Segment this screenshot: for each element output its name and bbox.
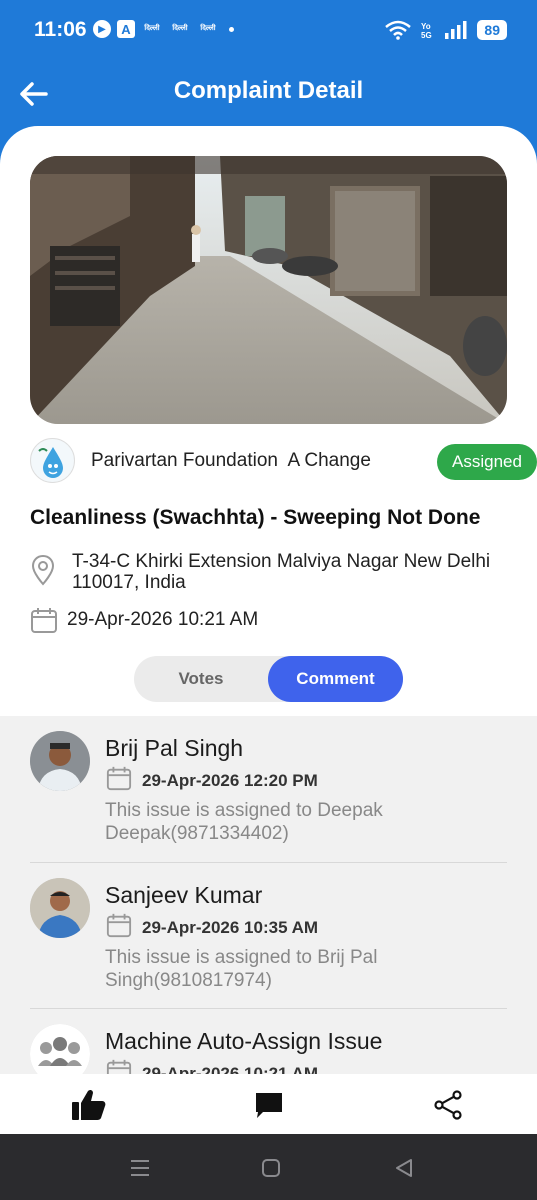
tab-votes[interactable]: Votes [134,656,268,702]
svg-text:5G: 5G [421,31,432,40]
organization-row: Parivartan Foundation A Change Assigned [30,438,537,484]
comment-divider [30,1008,507,1009]
avatar [30,731,90,791]
organization-name: Parivartan Foundation A Change [91,450,371,471]
delhi-app-notification-icon: दिल्ली [144,25,160,32]
organization-logo [30,438,75,483]
location-pin-icon [31,554,55,586]
app-a-notification-icon: A [117,20,135,38]
wifi-icon [385,20,412,40]
comment-text: This issue is assigned to Brij Pal Singh… [105,947,378,991]
complaint-card: Parivartan Foundation A Change Assigned … [0,126,537,716]
tab-comment[interactable]: Comment [268,656,403,702]
vote-button[interactable] [71,1088,107,1122]
complaint-address: T-34-C Khirki Extension Malviya Nagar Ne… [72,551,491,593]
status-badge: Assigned [437,444,537,480]
delhi-app-notification-icon: दिल्ली [172,25,188,32]
notification-icons: ▶ A दिल्ली दिल्ली दिल्ली [93,20,234,38]
calendar-icon [31,608,57,633]
comment-item: Sanjeev Kumar 29-Apr-2026 10:35 AM This … [30,878,507,1008]
comment-date: 29-Apr-2026 10:21 AM [142,1064,319,1074]
recent-apps-icon[interactable] [128,1156,152,1180]
avatar [30,878,90,938]
comment-date: 29-Apr-2026 12:20 PM [142,771,318,790]
comment-item: Brij Pal Singh 29-Apr-2026 12:20 PM This… [30,731,507,861]
home-icon[interactable] [259,1156,283,1180]
share-icon [434,1090,462,1120]
bottom-action-bar [0,1074,537,1134]
commenter-name: Sanjeev Kumar [105,882,263,908]
status-time: 11:06 [34,18,87,41]
volte-icon: Yo 5G [421,22,432,40]
svg-text:Yo: Yo [421,22,431,31]
calendar-icon [106,1059,132,1074]
status-bar: 11:06 ▶ A दिल्ली दिल्ली दिल्ली Yo 5G 89 [0,0,537,60]
delhi-app-notification-icon: दिल्ली [200,25,216,32]
page-title: Complaint Detail [173,77,364,104]
street-photo-illustration [30,156,507,424]
comment-icon [256,1093,282,1118]
commenter-name: Brij Pal Singh [105,735,244,761]
more-notifications-dot [229,26,234,32]
comment-item: Machine Auto-Assign Issue 29-Apr-2026 10… [30,1024,507,1074]
calendar-icon [106,766,132,791]
comment-date: 29-Apr-2026 10:35 AM [142,918,319,937]
comment-text: This issue is assigned to Deepak Deepak(… [105,800,383,844]
app-header: 11:06 ▶ A दिल्ली दिल्ली दिल्ली Yo 5G 89 … [0,0,537,140]
signal-icon [445,21,467,39]
votes-comment-toggle: Votes Comment [134,656,403,702]
commenter-name: Machine Auto-Assign Issue [105,1028,383,1054]
battery-indicator: 89 [477,20,507,40]
thumbs-up-icon [72,1089,106,1120]
play-notification-icon: ▶ [93,20,111,38]
system-status-icons: Yo 5G 89 [385,20,507,40]
complaint-photo[interactable] [30,156,507,424]
comments-list[interactable]: Brij Pal Singh 29-Apr-2026 12:20 PM This… [0,716,537,1074]
avatar [30,1024,90,1074]
system-nav-bar [0,1134,537,1200]
share-button[interactable] [430,1088,466,1122]
calendar-icon [106,913,132,938]
comment-divider [30,862,507,863]
back-icon[interactable] [392,1156,416,1180]
complaint-category: Cleanliness (Swachhta) - Sweeping Not Do… [30,506,481,529]
complaint-datetime: 29-Apr-2026 10:21 AM [67,609,259,630]
comment-button[interactable] [251,1088,287,1122]
